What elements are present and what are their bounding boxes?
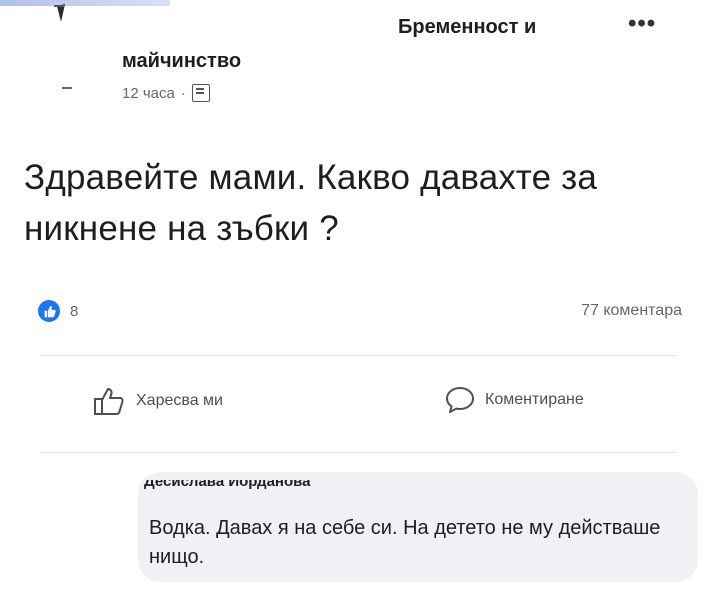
comment-icon: [446, 387, 474, 413]
group-name[interactable]: Бременност и: [398, 16, 536, 39]
meta-separator: ·: [180, 84, 186, 102]
header-accent: [0, 0, 170, 6]
like-label: Харесва ми: [136, 392, 223, 409]
comment-label: Коментиране: [485, 391, 584, 408]
comment-count[interactable]: 77 коментара: [581, 302, 682, 320]
like-reaction-icon: [38, 300, 60, 322]
comment-author[interactable]: Десислава Йорданова: [144, 480, 311, 494]
divider: [40, 452, 676, 453]
comment-author-name[interactable]: Десислава Йорданова: [144, 480, 311, 494]
thumbs-up-icon: [94, 388, 124, 415]
like-button[interactable]: Харесва ми: [92, 386, 223, 416]
post-text: Здравейте мами. Какво давахте за никнене…: [24, 158, 598, 248]
reaction-count: 8: [70, 302, 79, 320]
group-avatar[interactable]: [44, 0, 74, 26]
avatar-marker: [62, 87, 72, 89]
post-meta: 12 часа ·: [122, 84, 210, 102]
more-options-icon[interactable]: •••: [628, 10, 656, 38]
comment-button[interactable]: Коментиране: [445, 386, 584, 414]
reaction-summary[interactable]: 8: [38, 300, 78, 322]
post-timestamp[interactable]: 12 часа: [122, 85, 175, 102]
group-name-continued[interactable]: майчинство: [122, 50, 241, 73]
comment-text: Водка. Давах я на себе си. На детето не …: [149, 517, 661, 568]
divider: [40, 355, 676, 356]
audience-icon[interactable]: [191, 84, 210, 102]
